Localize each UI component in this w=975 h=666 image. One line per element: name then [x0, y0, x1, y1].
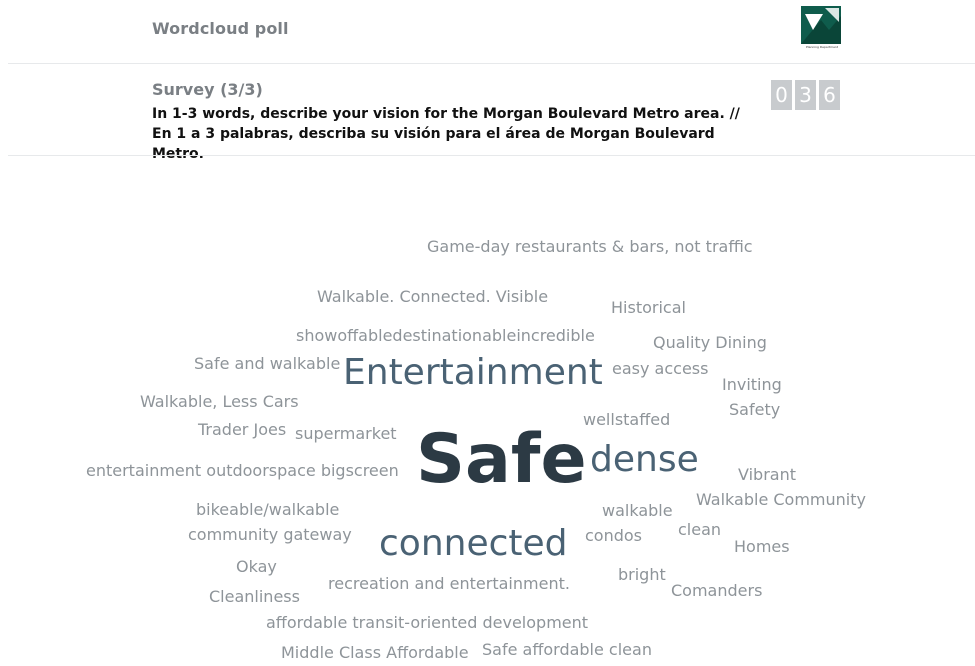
- cloud-word: connected: [379, 523, 568, 564]
- cloud-word: Walkable Community: [696, 490, 866, 509]
- top-bar: Wordcloud poll Planning Department: [0, 0, 975, 64]
- cloud-word: Historical: [611, 298, 686, 317]
- cloud-word: Inviting: [722, 375, 782, 394]
- response-counter: 0 3 6: [771, 80, 840, 110]
- cloud-word: dense: [590, 439, 699, 480]
- cloud-word: Walkable. Connected. Visible: [317, 287, 549, 306]
- cloud-word: supermarket: [295, 424, 397, 443]
- cloud-word: Cleanliness: [209, 587, 300, 606]
- cloud-word: Vibrant: [738, 465, 796, 484]
- cloud-word: Comanders: [671, 581, 763, 600]
- cloud-word: Quality Dining: [653, 333, 767, 352]
- cloud-word: Middle Class Affordable: [281, 643, 469, 662]
- cloud-word: entertainment outdoorspace bigscreen: [86, 461, 399, 480]
- cloud-word: easy access: [612, 359, 709, 378]
- cloud-word: community gateway: [188, 525, 352, 544]
- cloud-word: Safe affordable clean: [482, 640, 652, 659]
- cloud-word: Homes: [734, 537, 790, 556]
- cloud-word: bright: [618, 565, 666, 584]
- cloud-word: affordable transit-oriented development: [266, 613, 589, 632]
- cloud-word: Walkable, Less Cars: [140, 392, 299, 411]
- logo-mark-icon: [801, 6, 841, 44]
- header-divider: [8, 63, 975, 64]
- cloud-word: showoffabledestinationableincredible: [296, 326, 595, 345]
- cloud-word: recreation and entertainment.: [328, 574, 570, 593]
- poll-title: Wordcloud poll: [152, 19, 289, 38]
- survey-step-label: Survey (3/3): [152, 80, 263, 99]
- cloud-word: Trader Joes: [198, 420, 287, 439]
- word-cloud: Game-day restaurants & bars, not traffic…: [0, 156, 975, 666]
- planning-department-logo: Planning Department: [800, 6, 844, 54]
- counter-digit: 6: [819, 80, 840, 110]
- cloud-word: Game-day restaurants & bars, not traffic: [427, 237, 753, 256]
- counter-digit: 0: [771, 80, 792, 110]
- cloud-word: condos: [585, 526, 643, 545]
- cloud-word: Entertainment: [343, 352, 603, 393]
- cloud-word: walkable: [602, 501, 673, 520]
- cloud-word-top: Safe: [416, 420, 587, 499]
- cloud-word: clean: [678, 520, 722, 539]
- counter-digit: 3: [795, 80, 816, 110]
- cloud-word: bikeable/walkable: [196, 500, 340, 519]
- cloud-word: Safety: [729, 400, 781, 419]
- cloud-word: Okay: [236, 557, 277, 576]
- cloud-word: Safe and walkable: [194, 354, 341, 373]
- logo-caption: Planning Department: [805, 45, 839, 49]
- cloud-word: wellstaffed: [583, 410, 671, 429]
